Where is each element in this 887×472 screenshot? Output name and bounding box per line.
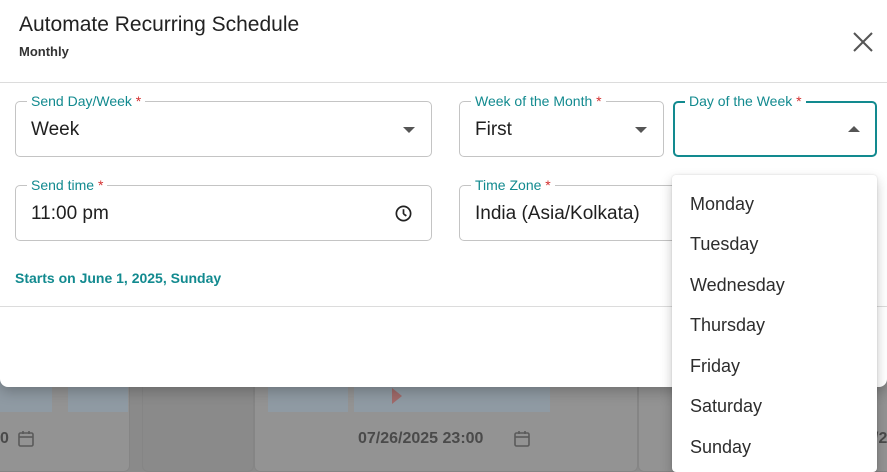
week-of-month-select[interactable]: Week of the Month * First [459,93,664,157]
time-zone-value: India (Asia/Kolkata) [475,203,640,224]
bg-date-label: 0 [0,430,9,447]
menu-item-monday[interactable]: Monday [672,184,877,224]
menu-item-sunday[interactable]: Sunday [672,427,877,467]
menu-item-wednesday[interactable]: Wednesday [672,265,877,305]
menu-item-thursday[interactable]: Thursday [672,305,877,345]
day-of-week-label: Day of the Week * [685,93,806,109]
menu-item-tuesday[interactable]: Tuesday [672,224,877,264]
send-time-label: Send time * [27,177,108,193]
calendar-icon [18,431,34,447]
calendar-icon [514,431,530,447]
bg-image-detail [392,388,402,404]
dialog-subtitle: Monthly [19,44,69,59]
send-time-input[interactable]: Send time * 11:00 pm [15,177,432,241]
dialog-title: Automate Recurring Schedule [19,13,300,36]
bg-date-label: 07/26/2025 23:00 [358,430,484,447]
bg-column [142,380,254,472]
send-day-week-label: Send Day/Week * [27,93,146,109]
header-divider [0,82,887,83]
week-of-month-value: First [475,119,512,140]
send-time-value: 11:00 pm [31,203,109,224]
time-zone-label: Time Zone * [471,177,555,193]
starts-on-text: Starts on June 1, 2025, Sunday [15,270,222,286]
send-day-week-value: Week [31,119,80,140]
time-zone-select[interactable]: Time Zone * India (Asia/Kolkata) [459,177,689,241]
menu-item-friday[interactable]: Friday [672,346,877,386]
chevron-up-icon [848,126,860,132]
clock-icon[interactable] [394,204,413,223]
day-of-week-select[interactable]: Day of the Week * [673,93,877,157]
week-of-month-label: Week of the Month * [471,93,606,109]
day-of-week-menu: Monday Tuesday Wednesday Thursday Friday… [672,175,877,472]
menu-item-saturday[interactable]: Saturday [672,386,877,426]
chevron-down-icon [403,127,415,133]
chevron-down-icon [635,127,647,133]
close-icon[interactable] [849,28,877,56]
send-day-week-select[interactable]: Send Day/Week * Week [15,93,432,157]
